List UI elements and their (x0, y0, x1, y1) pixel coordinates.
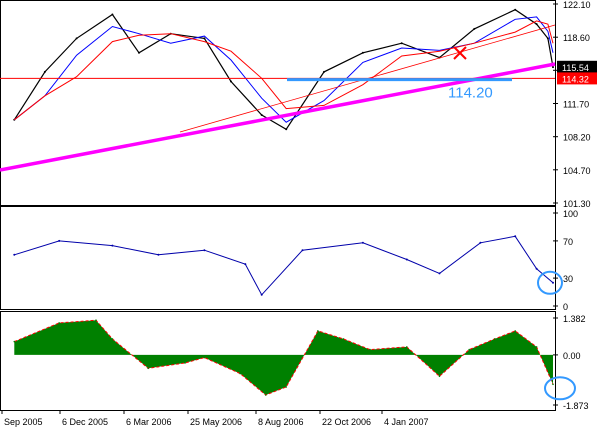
price-point (552, 66, 554, 69)
oscillator-point (13, 253, 16, 256)
x-axis-tick-label: 22 Oct 2006 (322, 417, 371, 427)
price-y-tick-label: 104.70 (563, 166, 591, 176)
chart-root: 122.10118.60115.10111.70108.20104.70101.… (0, 0, 600, 433)
reference-level-label: 114.32 (562, 74, 589, 84)
histogram-point (514, 330, 516, 332)
price-point (43, 70, 46, 73)
x-axis-tick-label: Sep 2005 (4, 417, 43, 427)
oscillator-point (479, 241, 482, 244)
price-point (361, 51, 364, 54)
oscillator-point (535, 267, 538, 270)
histogram-point (111, 338, 114, 340)
histogram-point (239, 372, 241, 375)
histogram-point (369, 348, 371, 351)
histogram-point (184, 362, 186, 364)
histogram-point (264, 394, 267, 396)
price-point (203, 37, 206, 40)
price-y-tick-label: 108.20 (563, 133, 591, 143)
histogram-point (13, 340, 16, 343)
price-y-tick-label: 111.70 (563, 100, 589, 110)
price-point (323, 70, 325, 73)
oscillator-point (157, 253, 160, 256)
oscillator-y-tick-label: 100 (563, 209, 578, 219)
oscillator-point (203, 249, 206, 252)
chart-background (0, 0, 600, 433)
price-y-tick-label: 101.30 (563, 199, 591, 209)
oscillator-y-tick-label: 30 (563, 274, 573, 284)
price-point (138, 51, 140, 54)
price-y-tick-label: 122.10 (563, 0, 591, 10)
oscillator-point (58, 239, 61, 242)
histogram-y-tick-label: 0.00 (563, 351, 581, 361)
price-point (546, 37, 549, 40)
x-axis-tick-label: 8 Aug 2006 (258, 417, 304, 427)
price-point (285, 128, 288, 131)
histogram-point (317, 330, 319, 332)
x-axis-tick-label: 6 Dec 2005 (62, 417, 108, 427)
x-axis-tick-label: 25 May 2006 (190, 417, 242, 427)
price-point (514, 8, 517, 11)
price-point (260, 114, 263, 116)
support-level-label: 114.20 (448, 85, 493, 102)
histogram-point (406, 346, 408, 348)
histogram-point (535, 346, 538, 348)
oscillator-point (552, 281, 554, 284)
histogram-point (468, 348, 471, 351)
histogram-point (493, 338, 496, 340)
oscillator-y-tick-label: 70 (563, 237, 573, 247)
price-point (111, 13, 114, 16)
histogram-point (58, 322, 60, 324)
price-point (230, 80, 232, 83)
oscillator-point (111, 244, 114, 247)
oscillator-point (244, 263, 247, 266)
x-axis-tick-label: 6 Mar 2006 (126, 417, 172, 427)
oscillator-point (438, 272, 441, 275)
oscillator-point (405, 258, 408, 261)
histogram-point (342, 338, 345, 340)
histogram-point (438, 375, 441, 378)
price-y-tick-label: 118.60 (563, 33, 590, 43)
histogram-y-tick-label: -1.873 (563, 401, 589, 411)
price-point (400, 42, 403, 45)
oscillator-point (260, 293, 263, 296)
histogram-point (95, 319, 97, 322)
price-point (535, 23, 538, 26)
price-point (473, 27, 476, 30)
oscillator-point (301, 249, 304, 252)
oscillator-point (514, 235, 517, 238)
histogram-point (285, 386, 288, 388)
price-point (75, 37, 78, 40)
current-price-label: 115.54 (562, 63, 589, 73)
histogram-y-tick-label: 1.382 (563, 314, 586, 324)
x-axis-tick-label: 4 Jan 2007 (384, 417, 429, 427)
oscillator-point (361, 241, 364, 244)
oscillator-y-tick-label: 0 (563, 302, 568, 312)
histogram-point (552, 383, 554, 386)
chart-canvas: 122.10118.60115.10111.70108.20104.70101.… (0, 0, 600, 433)
histogram-point (147, 367, 149, 370)
histogram-point (203, 356, 206, 359)
